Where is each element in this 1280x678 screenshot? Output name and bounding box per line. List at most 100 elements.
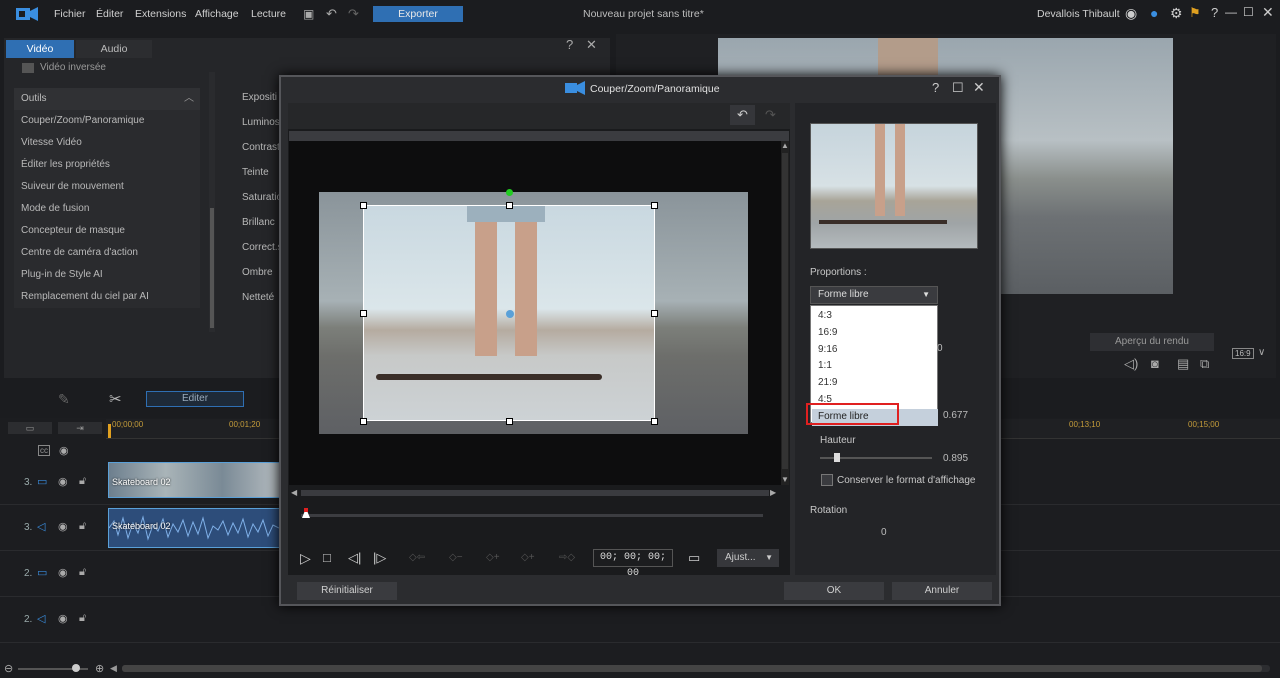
next-keyframe-icon[interactable]: ⇨◇: [559, 552, 575, 563]
track-eye-icon[interactable]: ◉: [59, 444, 69, 457]
option-16-9[interactable]: 16:9: [812, 325, 938, 342]
save-icon[interactable]: ▣: [303, 7, 314, 21]
external-icon[interactable]: ⧉: [1200, 356, 1209, 372]
zoom-in-icon[interactable]: ⊕: [95, 662, 104, 675]
playhead[interactable]: [108, 424, 111, 438]
add-keyframe-icon[interactable]: ◇+: [486, 552, 500, 563]
stop-icon[interactable]: □: [323, 550, 331, 565]
remove-keyframe-icon[interactable]: ◇−: [449, 552, 463, 563]
next-frame-icon[interactable]: |▷: [373, 550, 386, 566]
zoom-out-icon[interactable]: ⊖: [4, 662, 13, 675]
crop-handle-tl[interactable]: [360, 202, 367, 209]
prev-frame-icon[interactable]: ◁|: [348, 550, 361, 566]
canvas-hscroll[interactable]: [301, 490, 769, 496]
option-21-9[interactable]: 21:9: [812, 375, 938, 392]
canvas-vscroll[interactable]: ▲ ▼: [781, 141, 789, 485]
track-2a-eye-icon[interactable]: ◉: [58, 612, 68, 625]
keyframe-track[interactable]: [301, 514, 763, 517]
render-preview-button[interactable]: Aperçu du rendu: [1090, 333, 1214, 351]
menu-affichage[interactable]: Affichage: [195, 8, 239, 20]
fit-timeline-icon[interactable]: ⇥: [58, 422, 102, 434]
center-handle[interactable]: [506, 310, 514, 318]
proportions-dropdown[interactable]: Forme libre ▼: [810, 286, 938, 304]
track-2a-lock-icon[interactable]: 🔓︎: [79, 612, 86, 625]
dialog-close-icon[interactable]: ✕: [973, 79, 985, 96]
fit-dropdown[interactable]: Ajust... ▼: [717, 549, 779, 567]
menu-lecture[interactable]: Lecture: [251, 8, 286, 20]
tools-scrollbar[interactable]: [209, 72, 215, 332]
help-icon[interactable]: ?: [1211, 5, 1218, 20]
crop-handle-r[interactable]: [651, 310, 658, 317]
inverted-video-checkbox[interactable]: [22, 63, 34, 73]
scroll-up-icon[interactable]: ▲: [781, 141, 789, 150]
scroll-left-icon[interactable]: ◀: [110, 663, 117, 674]
scroll-down-icon[interactable]: ▼: [781, 475, 789, 484]
tool-item-ai-sky[interactable]: Remplacement du ciel par AI: [14, 286, 200, 308]
timeline-scrollbar[interactable]: [122, 665, 1270, 672]
reset-button[interactable]: Réinitialiser: [297, 582, 397, 600]
video-clip[interactable]: Skateboard 02: [108, 462, 280, 498]
ok-button[interactable]: OK: [784, 582, 884, 600]
dialog-maximize-icon[interactable]: ☐: [952, 80, 964, 96]
tab-audio[interactable]: Audio: [76, 40, 152, 58]
promo-icon[interactable]: ⚑: [1189, 5, 1201, 21]
hscroll-right-icon[interactable]: ▶: [770, 488, 776, 497]
keep-ratio-checkbox[interactable]: [821, 474, 833, 486]
maximize-icon[interactable]: ☐: [1243, 5, 1254, 19]
tab-video[interactable]: Vidéo: [6, 40, 74, 58]
hscroll-left-icon[interactable]: ◀: [291, 488, 297, 497]
crop-handle-t[interactable]: [506, 202, 513, 209]
notification-icon[interactable]: ●: [1150, 5, 1158, 21]
snapshot-icon[interactable]: ◙: [1151, 356, 1159, 371]
undo-icon[interactable]: ↶: [326, 6, 337, 22]
crop-handle-br[interactable]: [651, 418, 658, 425]
menu-fichier[interactable]: Fichier: [54, 8, 86, 20]
tool-item-mask-designer[interactable]: Concepteur de masque: [14, 220, 200, 242]
option-1-1[interactable]: 1:1: [812, 358, 938, 375]
panel-help-icon[interactable]: ?: [566, 37, 573, 52]
crop-handle-b[interactable]: [506, 418, 513, 425]
track-3a-lock-icon[interactable]: 🔓︎: [79, 520, 86, 533]
zoom-slider-handle[interactable]: [72, 664, 80, 672]
minimize-icon[interactable]: —: [1225, 5, 1237, 19]
option-9-16[interactable]: 9:16: [812, 342, 938, 359]
subtitles-icon[interactable]: ▤: [1177, 356, 1189, 372]
menu-extensions[interactable]: Extensions: [135, 8, 186, 20]
duplicate-keyframe-icon[interactable]: ◇+: [521, 552, 535, 563]
prev-keyframe-icon[interactable]: ◇⇦: [409, 552, 425, 563]
tool-item-crop-zoom[interactable]: Couper/Zoom/Panoramique: [14, 110, 200, 132]
safe-zone-icon[interactable]: ▭: [688, 550, 700, 566]
audio-clip[interactable]: Skateboard 02: [108, 508, 280, 548]
dialog-redo-icon[interactable]: ↷: [758, 105, 783, 125]
timecode-field[interactable]: 00; 00; 00; 00: [593, 549, 673, 579]
account-icon[interactable]: ◉: [1125, 5, 1137, 22]
user-name[interactable]: Devallois Thibault: [1037, 8, 1120, 20]
height-slider-handle[interactable]: [834, 453, 840, 462]
crop-handle-bl[interactable]: [360, 418, 367, 425]
tool-item-video-speed[interactable]: Vitesse Vidéo: [14, 132, 200, 154]
pen-icon[interactable]: ✎: [58, 391, 70, 408]
cancel-button[interactable]: Annuler: [892, 582, 992, 600]
tool-item-blend-mode[interactable]: Mode de fusion: [14, 198, 200, 220]
dialog-help-icon[interactable]: ?: [932, 80, 939, 95]
menu-editer[interactable]: Éditer: [96, 8, 123, 20]
dialog-undo-icon[interactable]: ↶: [730, 105, 755, 125]
tool-item-motion-tracker[interactable]: Suiveur de mouvement: [14, 176, 200, 198]
volume-icon[interactable]: ◁): [1124, 356, 1138, 372]
edit-button[interactable]: Editer: [146, 391, 244, 407]
tool-item-ai-style[interactable]: Plug-in de Style AI: [14, 264, 200, 286]
track-2-lock-icon[interactable]: 🔓︎: [79, 566, 86, 579]
panel-close-icon[interactable]: ✕: [586, 37, 597, 53]
cc-icon[interactable]: cc: [38, 445, 50, 456]
crop-handle-l[interactable]: [360, 310, 367, 317]
gear-icon[interactable]: ⚙: [1170, 5, 1183, 22]
play-icon[interactable]: ▷: [300, 550, 311, 567]
export-button[interactable]: Exporter: [373, 6, 463, 22]
tool-item-action-camera[interactable]: Centre de caméra d'action: [14, 242, 200, 264]
rotate-handle[interactable]: [506, 189, 513, 196]
ratio-chevron-icon[interactable]: ∨: [1258, 347, 1265, 358]
track-2-eye-icon[interactable]: ◉: [58, 566, 68, 579]
track-3-eye-icon[interactable]: ◉: [58, 475, 68, 488]
scissors-icon[interactable]: ✂: [109, 390, 122, 408]
track-3-lock-icon[interactable]: 🔓︎: [79, 475, 86, 488]
